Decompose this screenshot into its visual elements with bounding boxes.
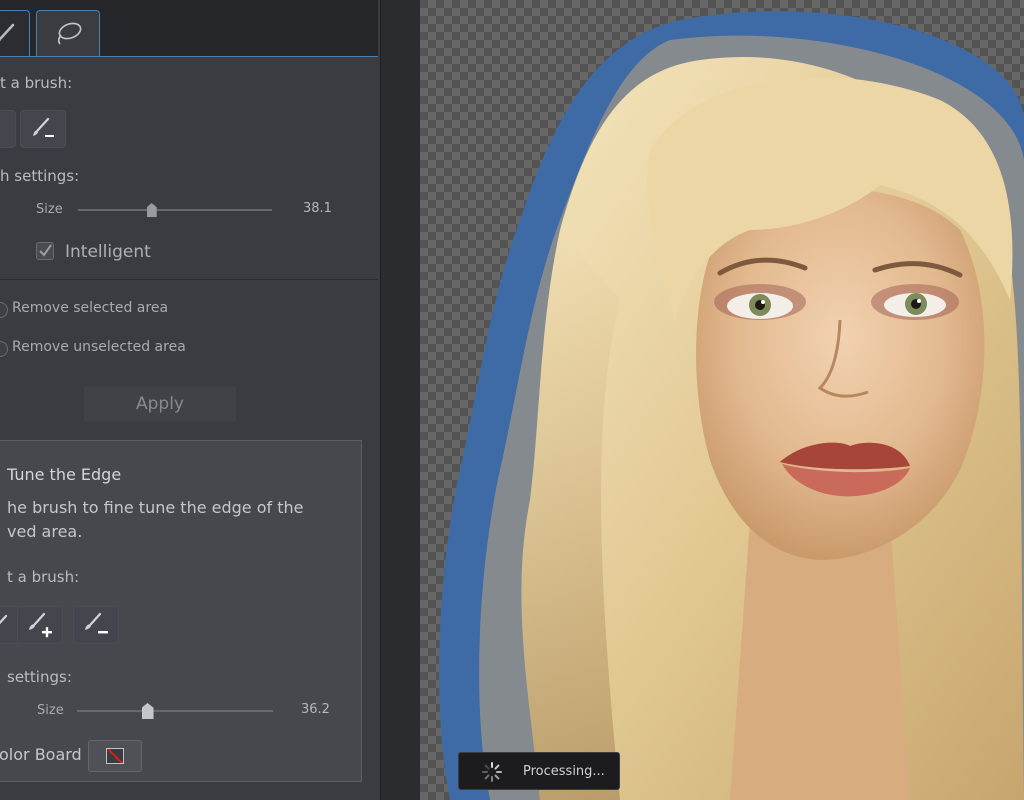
size-label-2: Size: [37, 703, 64, 718]
size-slider-thumb[interactable]: [146, 203, 157, 217]
brush-settings-label: h settings:: [0, 167, 80, 185]
color-board-button[interactable]: [88, 740, 142, 772]
right-eye: [884, 293, 946, 317]
left-eye: [727, 293, 793, 319]
brush-plus-icon: [29, 612, 52, 638]
spinner-icon: [482, 762, 502, 782]
brush-subtract-button[interactable]: [20, 110, 66, 148]
remove-selected-radio[interactable]: [0, 302, 8, 318]
checkmark-icon: [39, 244, 52, 257]
size-value: 38.1: [303, 201, 332, 216]
remove-unselected-label: Remove unselected area: [12, 339, 186, 355]
brush-icon: [0, 23, 15, 41]
size-value-2: 36.2: [301, 702, 330, 717]
fine-tune-edge-panel: Tune the Edge he brush to fine tune the …: [0, 440, 362, 782]
fine-tune-description-line2: ved area.: [7, 522, 83, 541]
neck: [730, 520, 910, 800]
processing-indicator: Processing...: [458, 752, 620, 790]
tab-brush[interactable]: [0, 10, 30, 56]
divider: [0, 279, 378, 280]
select-brush-label-2: t a brush:: [7, 568, 80, 586]
brush-minus-icon: [33, 117, 54, 137]
brush-settings-label-2: settings:: [7, 668, 72, 686]
edge-brush-subtract-button[interactable]: [73, 606, 119, 644]
intelligent-label: Intelligent: [65, 242, 151, 262]
intelligent-checkbox[interactable]: [36, 242, 54, 260]
size-label: Size: [36, 202, 63, 217]
brush-icon: [0, 614, 8, 625]
color-board-label: olor Board: [0, 745, 82, 764]
apply-button[interactable]: Apply: [84, 386, 236, 422]
processing-text: Processing...: [523, 764, 605, 779]
color-swatch-icon: [106, 748, 124, 764]
remove-unselected-radio[interactable]: [0, 341, 8, 357]
remove-selected-label: Remove selected area: [12, 300, 169, 316]
size-slider-track[interactable]: [78, 209, 272, 211]
edge-brush-add-button[interactable]: [17, 606, 63, 644]
tab-lasso[interactable]: [36, 10, 100, 56]
portrait-photo: [439, 11, 1024, 800]
lasso-icon: [57, 22, 82, 44]
size-slider-track-2[interactable]: [77, 710, 273, 712]
image-canvas[interactable]: [420, 0, 1024, 800]
fine-tune-title: Tune the Edge: [7, 465, 122, 484]
fine-tune-description-line1: he brush to fine tune the edge of the: [7, 498, 304, 517]
brush-minus-icon: [85, 612, 108, 634]
select-brush-label: t a brush:: [0, 74, 73, 92]
brush-plus-icon: [0, 119, 1, 121]
tool-panel: t a brush: h settings: Size 38.1 Intelli…: [0, 0, 381, 800]
tool-tab-bar: [0, 0, 378, 57]
size-slider-thumb-2[interactable]: [141, 703, 154, 719]
brush-add-button[interactable]: [0, 110, 16, 148]
